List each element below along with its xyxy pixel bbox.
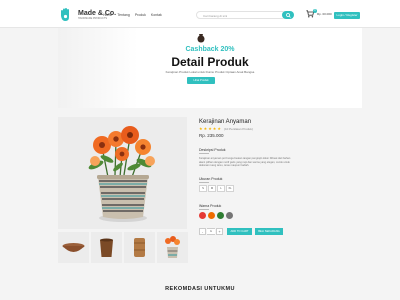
product-description: Kerajinan anyaman pot bunga buatan tanga…	[199, 157, 291, 167]
size-option-m[interactable]: M	[208, 185, 216, 192]
hero-cta-button[interactable]: Lihat Produk	[187, 77, 215, 84]
size-option-s[interactable]: S	[199, 185, 207, 192]
thumbnail-cup[interactable]	[91, 232, 122, 263]
color-swatch-red[interactable]	[199, 212, 206, 219]
product-thumbnails	[58, 232, 188, 263]
login-register-button[interactable]: Login / Register	[334, 12, 360, 19]
size-label: Ukuran Produk	[199, 177, 223, 181]
thumbnail-flower-pot[interactable]	[157, 232, 188, 263]
product-main-image[interactable]	[58, 117, 187, 229]
cart-total: Rp. 00.000	[317, 12, 332, 16]
divider	[199, 182, 209, 183]
brand-tagline: HANDMADE PRODUCTS	[78, 16, 108, 20]
search-placeholder: Cari barang di sini	[203, 13, 228, 18]
color-label: Warna Produk	[199, 204, 222, 208]
size-option-l[interactable]: L	[217, 185, 225, 192]
cashback-label: Cashback 20%	[185, 46, 235, 53]
product-rating: ★ ★ ★ ★ ★ (10 Penilaian Produk)	[199, 126, 253, 132]
star-icon: ★	[217, 126, 221, 131]
search-button[interactable]	[282, 11, 294, 19]
nav-home[interactable]: Home	[103, 13, 112, 17]
divider	[199, 209, 209, 210]
description-label: Deskripsi Produk	[199, 148, 226, 152]
color-swatch-green[interactable]	[217, 212, 224, 219]
page: Made & Co. HANDMADE PRODUCTS Home Tentan…	[0, 0, 400, 300]
star-icon: ★	[199, 126, 203, 131]
hero-banner: Cashback 20% Detail Produk Kerajinan Pro…	[58, 28, 362, 108]
star-icon: ★	[212, 126, 217, 131]
quantity-input[interactable]: 1	[207, 228, 215, 235]
size-options: S M L XL	[199, 185, 234, 192]
hand-logo-icon	[61, 8, 69, 21]
header: Made & Co. HANDMADE PRODUCTS Home Tentan…	[0, 0, 400, 28]
recommendation-heading: REKOMDASI UNTUKMU	[165, 286, 235, 292]
thumbnail-jar[interactable]	[124, 232, 155, 263]
nav-kontak[interactable]: Kontak	[151, 13, 162, 17]
divider	[199, 153, 209, 154]
quantity-increase-button[interactable]: +	[216, 228, 223, 235]
product-price: Rp. 235.000	[199, 133, 224, 138]
buy-now-button[interactable]: BELI SEKARANG	[255, 228, 283, 235]
product-name: Kerajinan Anyaman	[199, 119, 252, 125]
star-icon: ★	[203, 126, 208, 131]
color-swatch-orange[interactable]	[208, 212, 215, 219]
hero-subtitle: Kerajinan Produk Lokal untuk Dunia: Prod…	[165, 70, 255, 74]
rating-count: (10 Penilaian Produk)	[223, 127, 253, 131]
search-icon	[285, 12, 291, 18]
color-options	[199, 212, 233, 219]
search-input[interactable]: Cari barang di sini	[196, 11, 286, 19]
quantity-decrease-button[interactable]: -	[199, 228, 206, 235]
vase-icon	[197, 34, 205, 43]
star-icon: ★	[208, 126, 212, 131]
add-to-cart-button[interactable]: ADD TO CART	[227, 228, 252, 235]
nav-tentang[interactable]: Tentang	[117, 13, 129, 17]
size-option-xl[interactable]: XL	[226, 185, 234, 192]
color-swatch-gray[interactable]	[226, 212, 233, 219]
page-title: Detail Produk	[171, 55, 249, 69]
purchase-actions: - 1 + ADD TO CART BELI SEKARANG	[199, 228, 283, 235]
main-nav: Home Tentang Produk Kontak	[103, 13, 162, 17]
nav-produk[interactable]: Produk	[135, 13, 146, 17]
thumbnail-bowl[interactable]	[58, 232, 89, 263]
